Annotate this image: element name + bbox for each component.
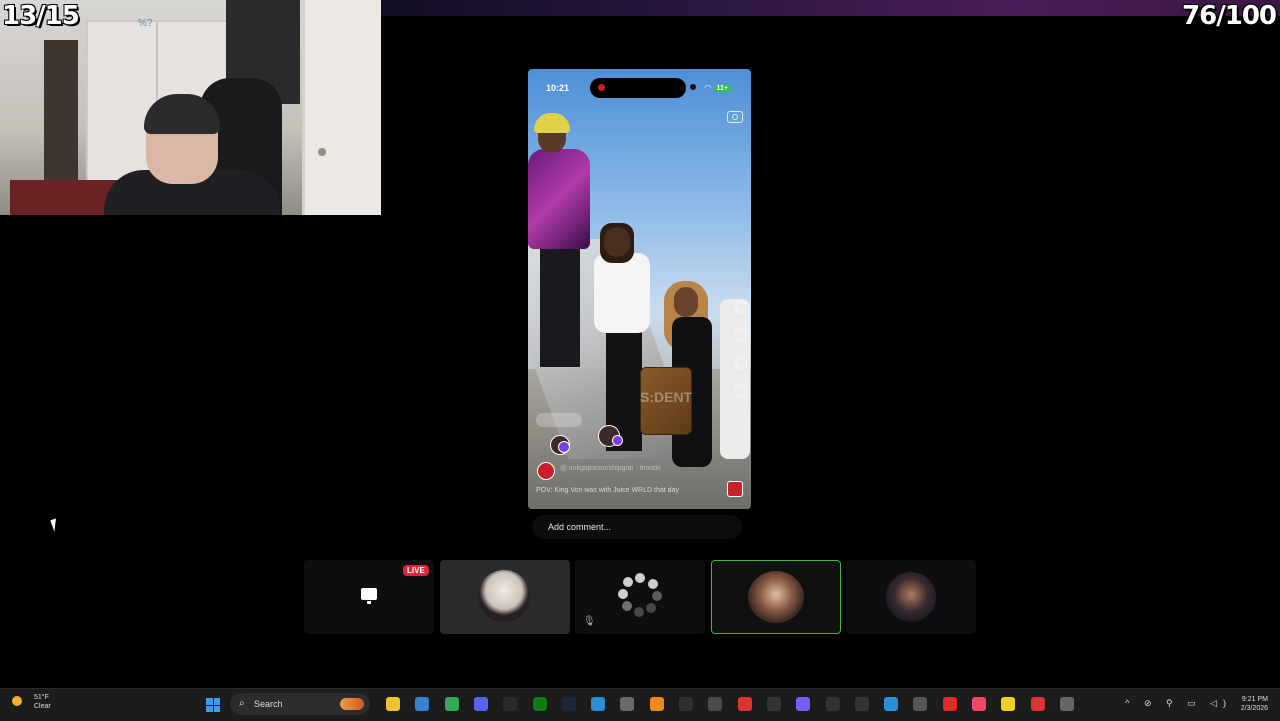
edge-icon[interactable]: [591, 697, 605, 711]
muted-mic-icon: 🎙: [583, 616, 596, 627]
video-person-3-head: [674, 287, 698, 317]
participant-avatar: [886, 572, 936, 622]
live-badge: LIVE: [403, 565, 429, 576]
system-tray-icons[interactable]: ^ ⊘ ⚲ ▭ ◁): [1125, 698, 1232, 709]
windows-taskbar: 51°F Clear ⌕ Search ^ ⊘ ⚲ ▭ ◁) 9:21 PM 2…: [0, 688, 1280, 721]
camera-icon[interactable]: [727, 111, 743, 123]
weather-widget[interactable]: 51°F Clear: [12, 693, 51, 711]
video-person-2-head: [604, 227, 630, 257]
comment-icon[interactable]: [735, 329, 747, 341]
add-comment-input[interactable]: Add comment...: [532, 515, 742, 539]
share-icon[interactable]: [735, 357, 747, 369]
pen-app-icon[interactable]: [855, 697, 869, 711]
right-progress-counter: 76/100: [1182, 1, 1277, 31]
participant-tile-screen-share[interactable]: LIVE: [304, 560, 434, 634]
account-avatar[interactable]: [537, 462, 555, 480]
caption-username[interactable]: @ tinkgsponsorshipgrai · 8mode: [560, 465, 661, 472]
more-icon[interactable]: [735, 385, 747, 397]
vlc-icon[interactable]: [650, 697, 664, 711]
like-icon[interactable]: [735, 301, 747, 313]
webcam-door: [302, 0, 381, 215]
music-icon[interactable]: [972, 697, 986, 711]
webcam-door-knob: [318, 148, 326, 156]
viewer-badge-icon: [558, 441, 570, 453]
webcam-feed: %?: [0, 0, 381, 215]
mouse-cursor-icon: [50, 516, 66, 532]
clock-date: 2/3/2026: [1240, 705, 1268, 712]
loading-spinner-icon: [618, 573, 662, 617]
participant-tile-speaking[interactable]: [711, 560, 841, 634]
wifi-icon: ◠: [704, 83, 712, 92]
search-highlight-art: [340, 698, 364, 710]
dynamic-island: [590, 78, 686, 98]
taskbar-clock[interactable]: 9:21 PM 2/3/2026: [1241, 695, 1268, 713]
grid-app-icon[interactable]: [796, 697, 810, 711]
phone-screen-video[interactable]: 10:21 ◠ 11+ S:DENT @ tinkgsponsorshipgra…: [528, 69, 751, 509]
calendar-app-icon[interactable]: [415, 697, 429, 711]
video-action-rail: [735, 301, 747, 451]
battery-icon: 11+: [713, 85, 731, 92]
sound-disc-icon[interactable]: [727, 481, 743, 497]
game-launcher-icon[interactable]: [913, 697, 927, 711]
capcut-icon[interactable]: [767, 697, 781, 711]
taskbar-search-box[interactable]: ⌕ Search: [230, 693, 370, 715]
top-gradient-bar: [380, 0, 1280, 16]
camera-dot-icon: [690, 84, 696, 90]
follow-plus-icon[interactable]: [612, 435, 623, 446]
obs-icon[interactable]: [679, 697, 693, 711]
add-friends-pill[interactable]: [536, 413, 582, 427]
cloud-app-icon[interactable]: [884, 697, 898, 711]
video-person-1-hair: [534, 113, 570, 133]
recording-dot-icon: [598, 84, 605, 91]
chrome-icon[interactable]: [445, 697, 459, 711]
ok-app-icon[interactable]: [826, 697, 840, 711]
video-person-1-jacket: [528, 149, 590, 249]
windows-start-icon[interactable]: [206, 698, 220, 712]
record-app-icon[interactable]: [738, 697, 752, 711]
webcam-shelf: [44, 40, 78, 190]
webcam-tag: %?: [138, 18, 153, 29]
emoji-app-icon[interactable]: [1001, 697, 1015, 711]
search-icon: ⌕: [239, 698, 245, 709]
youtube-icon[interactable]: [943, 697, 957, 711]
epic-games-icon[interactable]: [503, 697, 517, 711]
map-pin-icon[interactable]: [1031, 697, 1045, 711]
search-label: Search: [254, 699, 283, 709]
status-bar-icons: ◠ 11+: [704, 83, 731, 92]
sun-icon: [12, 696, 22, 706]
participant-tile-loading[interactable]: 🎙: [575, 560, 705, 634]
video-caption: POV: King Von was with Juice WRLD that d…: [536, 487, 679, 494]
settings-icon[interactable]: [708, 697, 722, 711]
xbox-icon[interactable]: [533, 697, 547, 711]
participant-avatar: [748, 571, 804, 623]
gear-icon[interactable]: [1060, 697, 1074, 711]
status-bar-time: 10:21: [546, 83, 570, 93]
participant-tile-anime-avatar[interactable]: [440, 560, 570, 634]
file-explorer-icon[interactable]: [386, 697, 400, 711]
monitor-icon: [361, 588, 377, 604]
minecraft-icon[interactable]: [620, 697, 634, 711]
participant-tile-cheer[interactable]: [846, 560, 976, 634]
video-watermark: S:DENT: [640, 389, 693, 405]
video-person-1-legs: [540, 247, 580, 367]
steam-icon[interactable]: [562, 697, 576, 711]
left-progress-counter: 13/15: [2, 1, 80, 31]
clock-time: 9:21 PM: [1241, 696, 1268, 703]
discord-icon[interactable]: [474, 697, 488, 711]
video-person-2-shirt: [594, 253, 650, 333]
participant-avatar: [478, 570, 530, 622]
